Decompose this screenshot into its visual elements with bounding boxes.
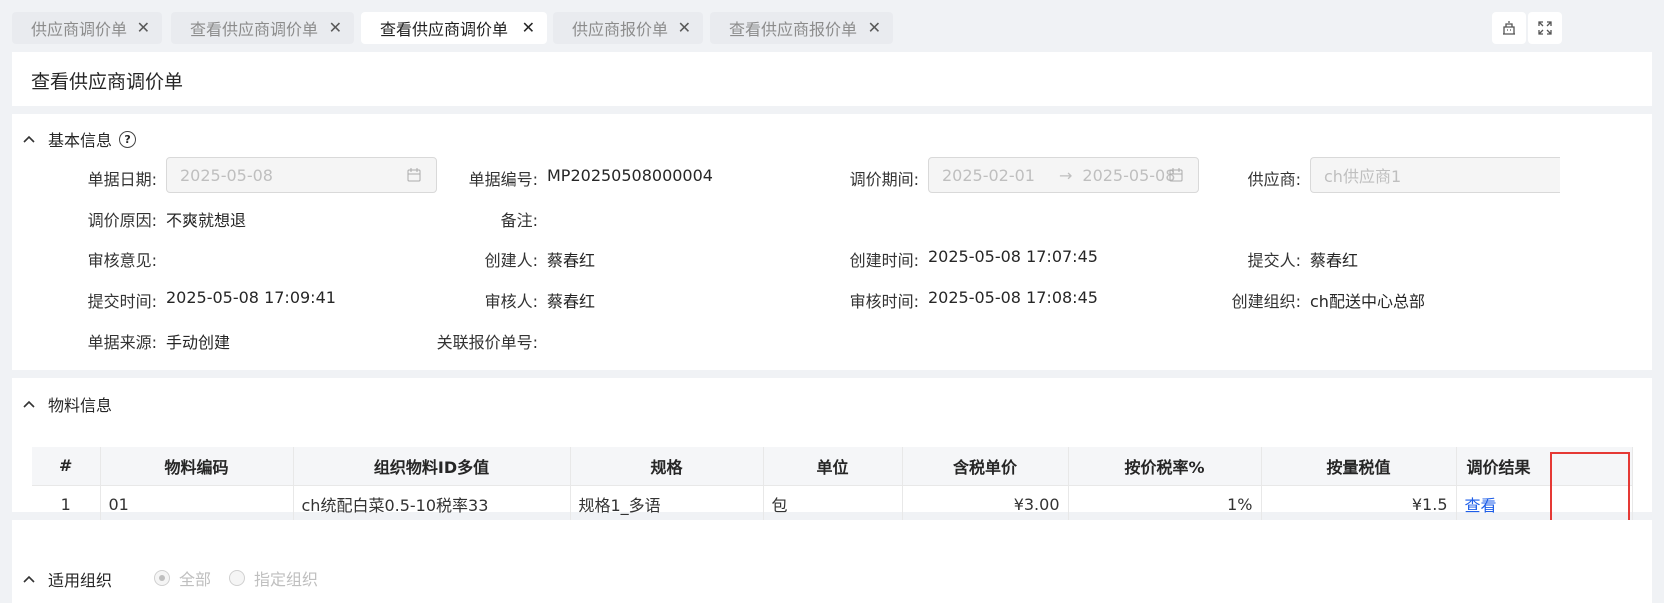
audit-time-label: 审核时间: [849,292,919,311]
unit: 包 [763,485,903,523]
chevron-up-icon[interactable] [22,135,36,143]
section-title: 基本信息 [48,131,113,150]
tab-view-supplier-quote[interactable]: 查看供应商报价单 ✕ [710,12,893,44]
supplier-select[interactable]: ch供应商1 [1310,157,1560,193]
close-icon[interactable]: ✕ [678,18,691,37]
doc-date-field[interactable]: 2025-05-08 [166,157,437,193]
reason-label: 调价原因: [87,211,157,230]
submitter-value: 蔡春红 [1310,251,1359,270]
supplier-label: 供应商: [1247,170,1301,189]
column-header: 单位 [763,447,903,486]
tab-label: 查看供应商调价单 [190,20,319,39]
create-time-label: 创建时间: [849,251,919,270]
tab-bar: 供应商调价单 ✕ 查看供应商调价单 ✕ 查看供应商调价单 ✕ 供应商报价单 ✕ … [0,0,1664,52]
close-icon[interactable]: ✕ [137,18,150,37]
fullscreen-icon[interactable] [1528,12,1562,44]
source-label: 单据来源: [87,333,157,352]
radio-specified-org[interactable]: 指定组织 [229,566,318,590]
column-header: 物料编码 [100,447,294,486]
page-title: 查看供应商调价单 [31,71,184,93]
column-header: 含税单价 [902,447,1069,486]
basic-info-panel [12,114,1652,370]
org-header[interactable]: 适用组织 [22,567,112,591]
create-org-value: ch配送中心总部 [1310,292,1425,311]
building-icon[interactable] [1492,12,1526,44]
section-title: 物料信息 [48,396,113,415]
audit-time-value: 2025-05-08 17:08:45 [928,288,1098,307]
remark-label: 备注: [500,211,538,230]
creator-label: 创建人: [484,251,538,270]
view-link[interactable]: 查看 [1465,496,1497,515]
doc-date-label: 单据日期: [87,170,157,189]
column-header: 按价税率% [1068,447,1262,486]
tab-supplier-quote[interactable]: 供应商报价单 ✕ [553,12,703,44]
calendar-icon [1169,168,1183,182]
section-title: 适用组织 [48,571,113,590]
spec: 规格1_多语 [570,485,764,523]
tab-label: 查看供应商调价单 [380,20,509,39]
doc-no-label: 单据编号: [468,170,538,189]
period-label: 调价期间: [849,170,919,189]
reason-value: 不爽就想退 [166,211,247,230]
row-index: 1 [32,485,101,523]
table-header-row: # 物料编码 组织物料ID多值 规格 单位 含税单价 按价税率% 按量税值 调价… [32,447,1633,486]
period-end: 2025-05-08 [1082,165,1176,185]
tax-rate: 1% [1068,485,1262,523]
create-org-label: 创建组织: [1231,292,1301,311]
doc-no-value: MP20250508000004 [547,166,713,185]
tax-value: ¥1.5 [1261,485,1457,523]
title-panel: 查看供应商调价单 [12,52,1652,106]
range-arrow: → [1058,165,1073,185]
period-start: 2025-02-01 [942,165,1035,185]
related-quote-label: 关联报价单号: [436,333,538,352]
tax-incl-price: ¥3.00 [902,485,1069,523]
tab-label: 供应商调价单 [31,20,128,39]
doc-date-value: 2025-05-08 [180,165,273,185]
auditor-value: 蔡春红 [547,292,596,311]
close-icon[interactable]: ✕ [868,18,881,37]
column-header: 按量税值 [1261,447,1457,486]
basic-info-header[interactable]: 基本信息 ? [22,127,137,151]
column-header: 调价结果 [1456,447,1633,486]
materials-table: # 物料编码 组织物料ID多值 规格 单位 含税单价 按价税率% 按量税值 调价… [32,447,1633,523]
org-material: ch统配白菜0.5-10税率33 [293,485,571,523]
tab-label: 供应商报价单 [572,20,669,39]
tab-label: 查看供应商报价单 [729,20,858,39]
org-panel [12,520,1652,603]
supplier-value: ch供应商1 [1324,167,1402,186]
materials-header[interactable]: 物料信息 [22,392,112,416]
tab-view-supplier-price-adjust-active[interactable]: 查看供应商调价单 ✕ [361,12,547,44]
period-range-field[interactable]: 2025-02-01 → 2025-05-08 [928,157,1199,193]
close-icon[interactable]: ✕ [522,18,535,37]
close-icon[interactable]: ✕ [329,18,342,37]
radio-dot[interactable] [229,570,245,586]
auditor-label: 审核人: [484,292,538,311]
material-code: 01 [100,485,294,523]
submitter-label: 提交人: [1247,251,1301,270]
column-header: 规格 [570,447,764,486]
calendar-icon [407,168,421,182]
radio-label: 指定组织 [254,570,319,589]
creator-value: 蔡春红 [547,251,596,270]
radio-label: 全部 [179,570,212,589]
audit-opinion-label: 审核意见: [87,251,157,270]
help-icon[interactable]: ? [119,130,137,148]
radio-all[interactable]: 全部 [154,566,211,590]
tab-supplier-price-adjust[interactable]: 供应商调价单 ✕ [12,12,162,44]
table-row: 1 01 ch统配白菜0.5-10税率33 规格1_多语 包 ¥3.00 1% … [32,485,1633,523]
create-time-value: 2025-05-08 17:07:45 [928,247,1098,266]
tab-view-supplier-price-adjust-1[interactable]: 查看供应商调价单 ✕ [171,12,354,44]
column-header: 组织物料ID多值 [293,447,571,486]
result-cell: 查看 [1456,485,1633,523]
submit-time-label: 提交时间: [87,292,157,311]
chevron-up-icon[interactable] [22,400,36,408]
source-value: 手动创建 [166,333,231,352]
column-header: # [32,447,101,486]
radio-dot[interactable] [154,570,170,586]
chevron-up-icon[interactable] [22,575,36,583]
submit-time-value: 2025-05-08 17:09:41 [166,288,336,307]
